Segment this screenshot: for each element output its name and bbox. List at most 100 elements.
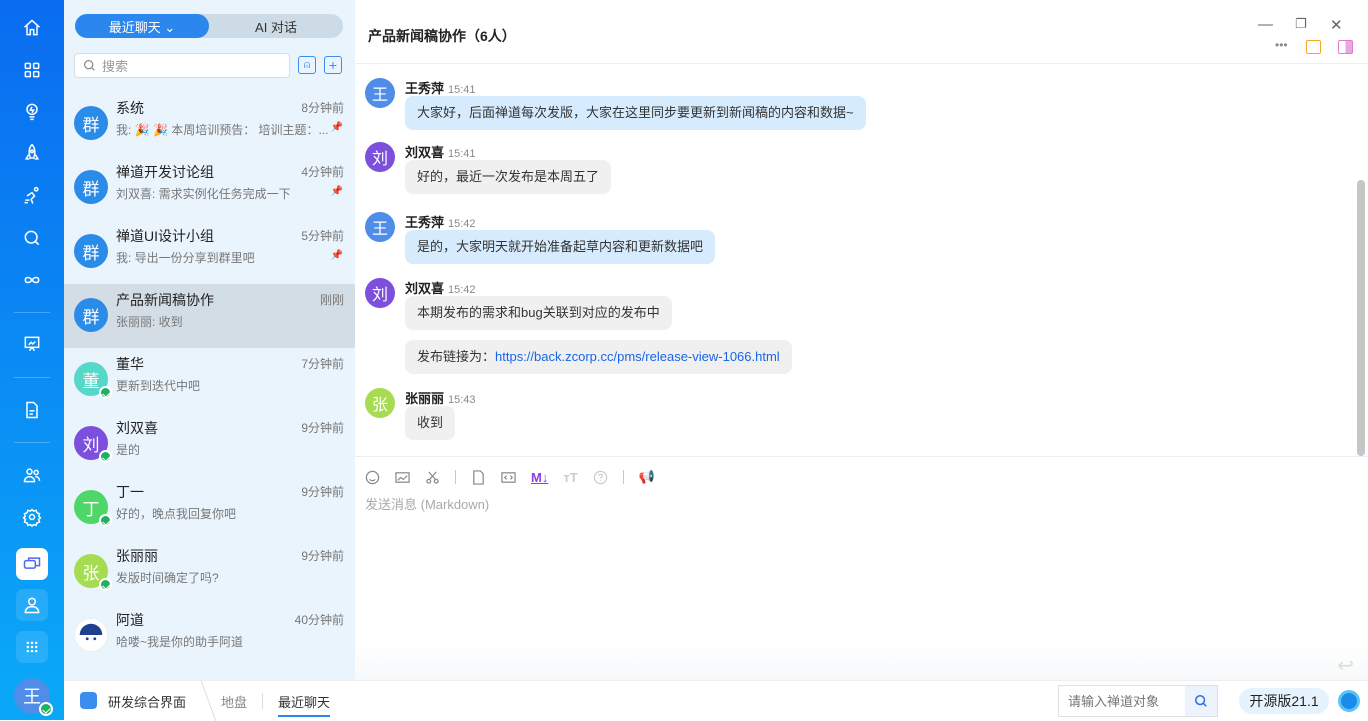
screenshot-scissors-icon[interactable] <box>425 470 440 485</box>
new-chat-plus-button[interactable]: + <box>324 56 342 74</box>
online-badge-icon <box>99 578 112 591</box>
more-options-icon[interactable]: ••• <box>1275 38 1288 52</box>
breadcrumb-app[interactable]: 研发综合界面 <box>108 692 186 711</box>
message-bubble: 是的，大家明天就开始准备起草内容和更新数据吧 <box>405 230 716 264</box>
sender-line: 刘双喜 15:41 <box>405 142 476 161</box>
chat-history-icon[interactable] <box>1306 40 1321 54</box>
sprint-runner-icon[interactable] <box>16 180 48 212</box>
chat-time: 9分钟前 <box>301 485 344 499</box>
chat-name: 张丽丽 <box>116 548 158 564</box>
team-icon[interactable] <box>16 459 48 491</box>
object-search <box>1058 685 1218 717</box>
chat-name: 董华 <box>116 356 144 372</box>
emoji-icon[interactable] <box>365 470 380 485</box>
search-button[interactable] <box>1185 686 1217 716</box>
chat-list-item[interactable]: 丁丁一 9分钟前 好的，晚点我回复你吧 <box>64 476 355 540</box>
help-icon[interactable] <box>593 470 608 485</box>
chat-title: 产品新闻稿协作（6人） <box>368 28 516 44</box>
user-avatar[interactable]: 王 <box>14 678 53 716</box>
chat-preview: 是的 <box>116 443 141 457</box>
image-icon[interactable] <box>395 470 410 485</box>
avatar: 群 <box>74 170 108 204</box>
chat-list-item[interactable]: 群禅道开发讨论组 4分钟前 刘双喜: 需求实例化任务完成一下 📌 <box>64 156 355 220</box>
lightbulb-icon[interactable] <box>16 95 48 127</box>
divider <box>14 377 50 378</box>
chat-preview: 张丽丽: 收到 <box>116 315 183 329</box>
more-apps-dots-icon[interactable] <box>16 631 48 663</box>
footer-bar: 研发综合界面 地盘 最近聊天 开源版21.1 <box>64 680 1368 721</box>
chat-window: 产品新闻稿协作（6人） — ❐ ✕ ••• 王王秀萍 15:41 大家好，后面禅道每… <box>355 0 1368 680</box>
search-icon <box>1194 694 1207 707</box>
report-board-icon[interactable] <box>16 328 48 360</box>
file-upload-icon[interactable] <box>471 469 486 485</box>
home-icon[interactable] <box>16 12 48 44</box>
app-menu-icon[interactable] <box>80 692 97 709</box>
document-icon[interactable] <box>16 394 48 426</box>
release-link[interactable]: https://back.zcorp.cc/pms/release-view-1… <box>495 349 780 364</box>
chat-list-item[interactable]: 董董华 7分钟前 更新到迭代中吧 <box>64 348 355 412</box>
chat-header: 产品新闻稿协作（6人） — ❐ ✕ ••• <box>355 0 1368 64</box>
contacts-book-button[interactable]: ⍝ <box>298 56 316 74</box>
online-badge-icon <box>99 514 112 527</box>
breadcrumb-recent-chats[interactable]: 最近聊天 <box>278 692 331 717</box>
object-search-input[interactable] <box>1059 686 1185 716</box>
chat-list-item[interactable]: 刘刘双喜 9分钟前 是的 <box>64 412 355 476</box>
avatar: 丁 <box>74 490 112 527</box>
assistant-avatar <box>74 618 108 652</box>
sender-avatar[interactable]: 刘 <box>365 278 395 308</box>
restore-window-icon[interactable]: ❐ <box>1295 16 1307 32</box>
markdown-toggle[interactable]: M↓ <box>531 470 548 485</box>
chat-preview: 我: 🎉 🎉 本周培训预告： 培训主题：... <box>116 123 329 137</box>
sender-avatar[interactable]: 张 <box>365 388 395 418</box>
divider <box>262 693 263 709</box>
avatar: 刘 <box>74 426 112 463</box>
chat-list-item[interactable]: 张张丽丽 9分钟前 发版时间确定了吗? <box>64 540 355 604</box>
rocket-icon[interactable] <box>16 137 48 169</box>
font-size-icon[interactable]: тT <box>563 470 577 485</box>
chat-preview: 哈喽~我是你的助手阿道 <box>116 635 244 649</box>
sender-avatar[interactable]: 刘 <box>365 142 395 172</box>
message-editor[interactable]: M↓ тT 📢 发送消息 (Markdown) ↩ <box>355 456 1368 680</box>
zentao-logo-icon[interactable] <box>1338 690 1360 712</box>
chat-icon[interactable] <box>16 548 48 580</box>
message-scrollbar[interactable] <box>1357 180 1365 456</box>
sender-line: 刘双喜 15:42 <box>405 278 476 297</box>
infinity-icon[interactable] <box>16 264 48 296</box>
code-block-icon[interactable] <box>501 470 516 485</box>
sender-line: 张丽丽 15:43 <box>405 388 476 407</box>
sidebar-toggle-icon[interactable] <box>1338 40 1353 54</box>
close-icon[interactable]: ✕ <box>1330 16 1343 34</box>
chat-mode-tabs: 最近聊天 ⌄ AI 对话 <box>75 14 343 38</box>
divider <box>455 470 456 484</box>
search-icon[interactable] <box>16 222 48 254</box>
chat-list-item[interactable]: 阿道 40分钟前 哈喽~我是你的助手阿道 <box>64 604 355 668</box>
chat-preview: 更新到迭代中吧 <box>116 379 201 393</box>
online-badge-icon <box>99 450 112 463</box>
chat-list-item[interactable]: 群禅道UI设计小组 5分钟前 我: 导出一份分享到群里吧 📌 <box>64 220 355 284</box>
sender-avatar[interactable]: 王 <box>365 212 395 242</box>
breadcrumb-dashboard[interactable]: 地盘 <box>221 692 247 711</box>
version-badge[interactable]: 开源版21.1 <box>1239 688 1329 714</box>
chat-list-item[interactable]: 群系统 8分钟前 我: 🎉 🎉 本周培训预告： 培训主题：... 📌 <box>64 92 355 156</box>
sender-line: 王秀萍 15:41 <box>405 78 476 97</box>
sender-name: 刘双喜 <box>405 145 445 160</box>
message-time: 15:42 <box>448 284 476 296</box>
apps-grid-icon[interactable] <box>16 54 48 86</box>
pin-icon: 📌 <box>330 122 343 133</box>
message-time: 15:41 <box>448 84 476 96</box>
megaphone-icon[interactable]: 📢 <box>639 469 655 485</box>
chat-list-item[interactable]: 群产品新闻稿协作 刚刚 张丽丽: 收到 <box>64 284 355 348</box>
editor-toolbar: M↓ тT 📢 <box>365 469 655 485</box>
contacts-person-icon[interactable] <box>16 589 48 621</box>
send-enter-icon[interactable]: ↩ <box>1337 653 1354 678</box>
sender-avatar[interactable]: 王 <box>365 78 395 108</box>
chat-preview: 好的，晚点我回复你吧 <box>116 507 237 521</box>
search-input[interactable]: 搜索 <box>74 53 290 78</box>
settings-gear-icon[interactable] <box>16 501 48 533</box>
avatar: 张 <box>74 554 112 591</box>
tab-ai-chat[interactable]: AI 对话 <box>209 14 343 38</box>
chat-time: 8分钟前 <box>301 101 344 115</box>
tab-recent-chats[interactable]: 最近聊天 ⌄ <box>75 14 209 38</box>
minimize-icon[interactable]: — <box>1258 16 1273 33</box>
chat-time: 7分钟前 <box>301 357 344 371</box>
